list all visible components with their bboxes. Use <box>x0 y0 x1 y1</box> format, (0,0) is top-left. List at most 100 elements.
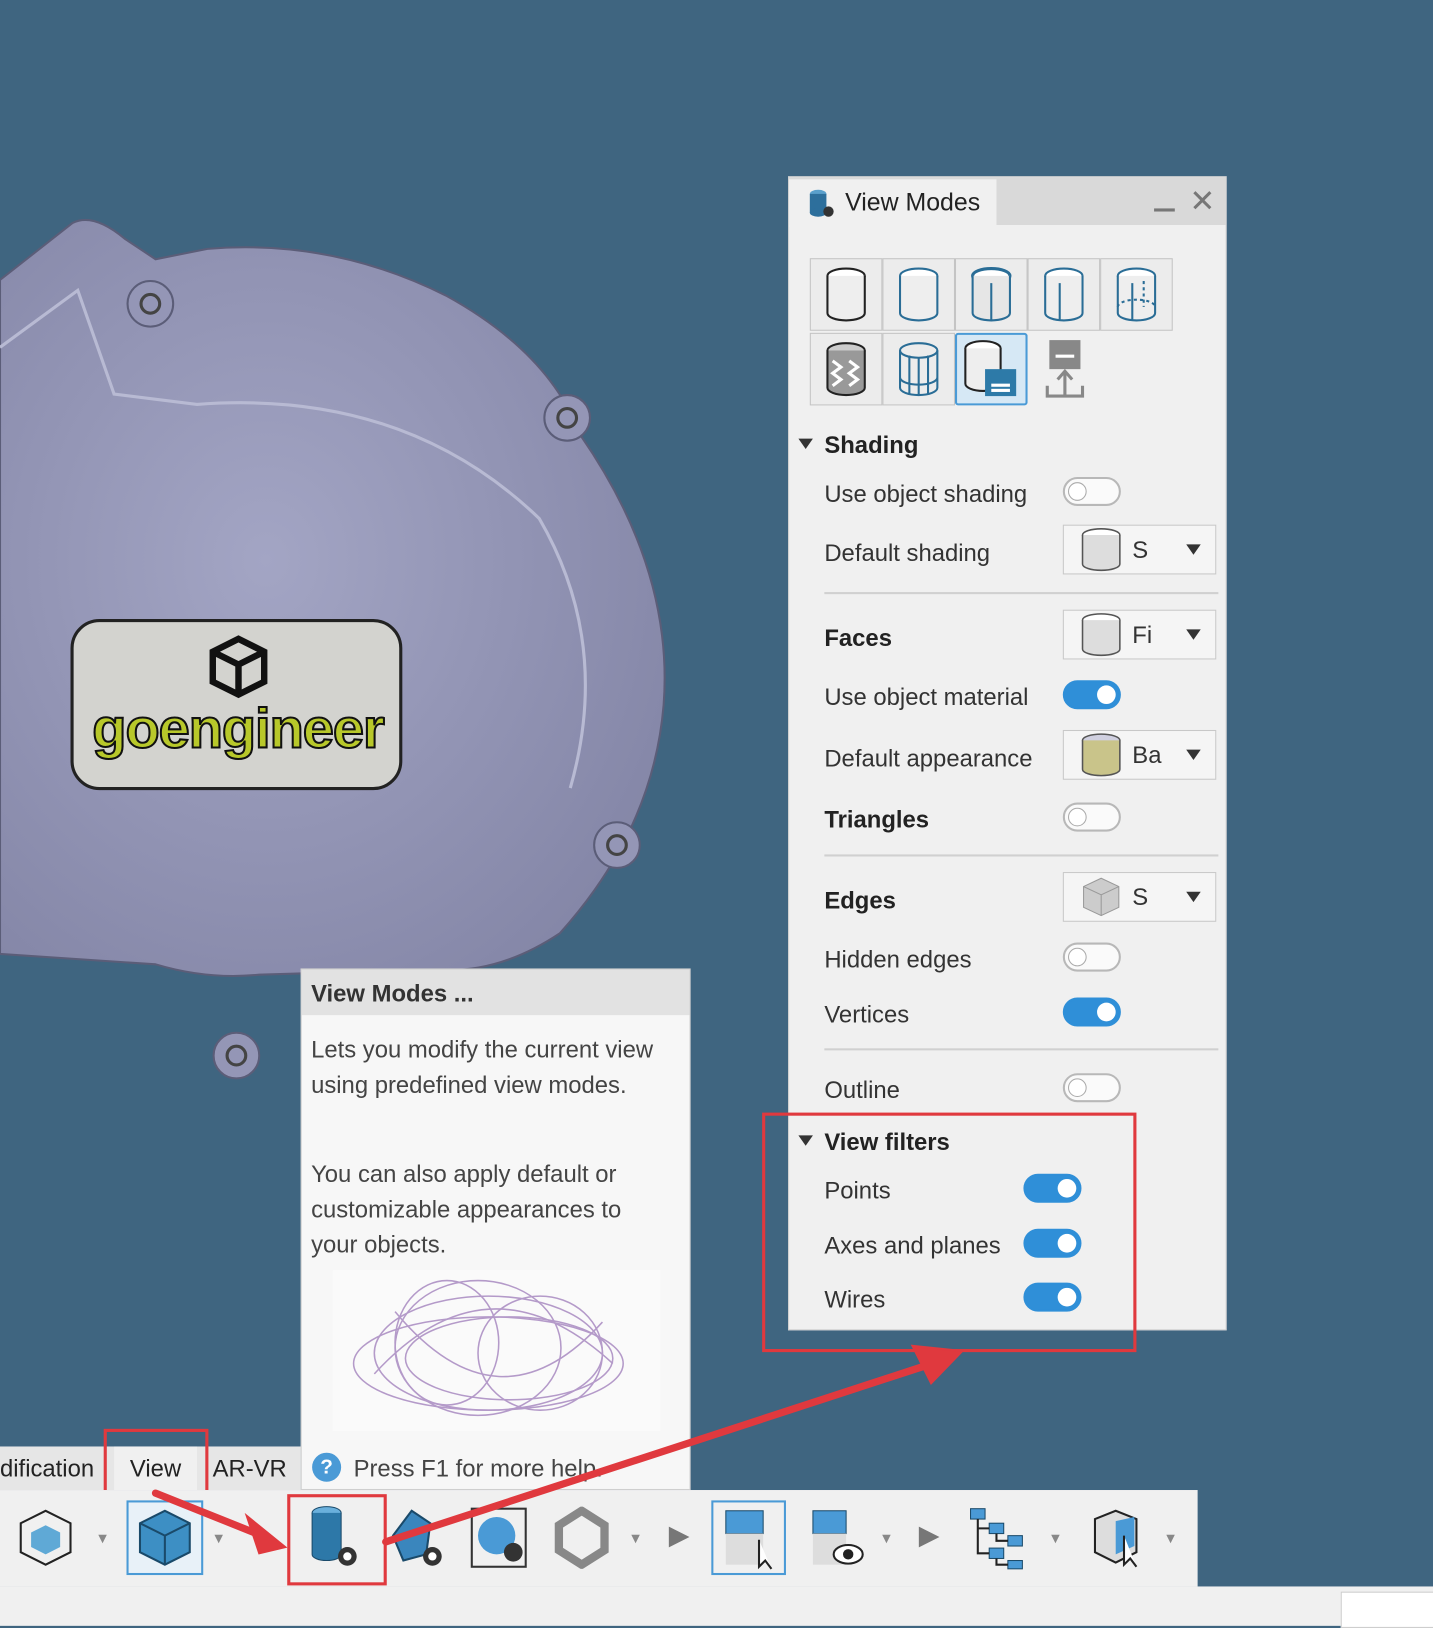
tooltip-description: Lets you modify the current view using p… <box>311 1035 654 1099</box>
wireframe-preview-image <box>332 1270 661 1431</box>
visibility-mode-button[interactable] <box>798 1500 873 1575</box>
cylinder-icon <box>826 267 866 322</box>
shaded-cube-icon <box>138 1509 191 1566</box>
outline-toggle[interactable] <box>1062 1073 1121 1103</box>
chevron-down-icon[interactable]: ▼ <box>879 1529 893 1546</box>
chevron-down-icon[interactable]: ▼ <box>1048 1529 1062 1546</box>
cylinder-wavy-icon <box>826 342 866 397</box>
divider <box>824 592 1219 595</box>
mode-icon-grid <box>809 258 1183 406</box>
help-icon: ? <box>312 1452 342 1482</box>
edges-label: Edges <box>824 886 896 914</box>
use-object-material-label: Use object material <box>824 683 1029 711</box>
tree-structure-button[interactable] <box>960 1500 1035 1575</box>
logo-cube-icon <box>209 635 268 699</box>
cylinder-icon <box>1081 613 1121 657</box>
panel-title-tab[interactable]: View Modes <box>789 179 997 228</box>
box-cursor-icon <box>725 1510 773 1570</box>
chevron-down-icon <box>1186 544 1201 555</box>
default-appearance-label: Default appearance <box>824 744 1033 772</box>
mode-shaded-edges-button[interactable] <box>882 258 955 331</box>
tooltip-title: View Modes ... <box>311 979 474 1007</box>
render-settings-button[interactable] <box>378 1500 453 1575</box>
polyhedron-gear-icon <box>391 1509 442 1566</box>
cylinder-appearance-icon <box>1081 733 1121 777</box>
chevron-down-icon <box>1186 629 1201 640</box>
cylinder-wireframe-icon <box>898 342 939 397</box>
mode-visible-edges-button[interactable] <box>1027 258 1101 331</box>
tooltip-description-2: You can also apply default or customizab… <box>311 1160 622 1258</box>
cylinder-edges-icon <box>971 267 1012 322</box>
default-appearance-dropdown[interactable]: Ba <box>1062 729 1217 780</box>
triangles-toggle[interactable] <box>1062 802 1121 832</box>
cube-icon <box>1083 877 1120 917</box>
view-modes-button-highlight-box <box>287 1494 387 1586</box>
default-shading-dropdown[interactable]: S <box>1062 524 1217 575</box>
logo-text: goengineer <box>91 697 386 761</box>
minimize-icon[interactable] <box>1154 208 1175 212</box>
chain-link-icon <box>554 1506 609 1569</box>
hidden-edges-label: Hidden edges <box>824 945 972 973</box>
use-object-shading-toggle[interactable] <box>1062 476 1121 507</box>
shaded-cube-button[interactable] <box>126 1500 204 1576</box>
shading-header[interactable]: Shading <box>824 431 918 459</box>
cube-select-button[interactable] <box>1078 1500 1153 1575</box>
faces-label: Faces <box>824 624 892 652</box>
isometric-view-button[interactable] <box>8 1500 83 1575</box>
use-object-shading-label: Use object shading <box>824 480 1028 508</box>
chevron-down-icon[interactable]: ▼ <box>212 1529 226 1546</box>
panel-title: View Modes <box>845 188 981 217</box>
tab-ar-vr[interactable]: AR-VR <box>213 1446 287 1490</box>
faces-dropdown[interactable]: Fi <box>1062 609 1217 660</box>
view-modes-icon <box>809 189 834 217</box>
import-floppy-icon <box>1045 340 1085 398</box>
rendering-options-button[interactable] <box>544 1500 619 1575</box>
tooltip-help-text: Press F1 for more help. <box>353 1454 603 1482</box>
outline-label: Outline <box>824 1076 900 1104</box>
logo-plate: goengineer <box>70 619 403 791</box>
default-appearance-value: Ba <box>1132 740 1162 768</box>
divider <box>824 854 1219 857</box>
mode-import-button[interactable] <box>1028 333 1101 406</box>
chevron-down-icon <box>1186 891 1201 903</box>
mode-save-button[interactable] <box>954 332 1028 406</box>
environment-settings-button[interactable] <box>461 1500 536 1575</box>
tree-icon <box>970 1508 1023 1570</box>
use-object-material-toggle[interactable] <box>1062 680 1121 710</box>
view-toolbar: ▼ ▼ ▼ ▶ ▼ ▶ ▼ ▼ <box>0 1490 1198 1587</box>
mode-hidden-edges-button[interactable] <box>1100 258 1173 331</box>
tab-modification[interactable]: dification <box>0 1446 94 1490</box>
shading-collapse-icon[interactable] <box>798 438 813 449</box>
default-shading-value: S <box>1132 535 1149 563</box>
mode-wavy-button[interactable] <box>809 332 883 406</box>
mode-shaded-button[interactable] <box>809 258 883 331</box>
chevron-down-icon[interactable]: ▼ <box>95 1529 109 1546</box>
triangles-label: Triangles <box>824 805 930 833</box>
selection-mode-button[interactable] <box>711 1500 786 1576</box>
cylinder-blue-icon <box>898 267 939 322</box>
default-shading-label: Default shading <box>824 539 991 567</box>
cylinder-hidden-edges-icon <box>1116 267 1157 322</box>
cylinder-save-icon <box>964 340 1017 397</box>
mode-shaded-with-edges-button[interactable] <box>954 258 1028 331</box>
mode-wireframe-button[interactable] <box>882 332 955 406</box>
view-filters-highlight-box <box>762 1112 1137 1353</box>
faces-value: Fi <box>1132 620 1153 648</box>
status-box <box>1340 1591 1433 1628</box>
expand-arrow-icon[interactable]: ▶ <box>669 1519 690 1551</box>
edges-value: S <box>1132 882 1149 910</box>
edges-dropdown[interactable]: S <box>1062 872 1217 922</box>
hidden-edges-toggle[interactable] <box>1062 942 1121 972</box>
close-icon[interactable]: ✕ <box>1189 184 1215 220</box>
status-area <box>0 1586 1433 1626</box>
chevron-down-icon[interactable]: ▼ <box>628 1529 642 1546</box>
cylinder-icon <box>1081 528 1121 572</box>
chevron-down-icon[interactable]: ▼ <box>1163 1529 1177 1546</box>
chevron-down-icon <box>1186 749 1201 761</box>
isometric-cube-icon <box>19 1509 72 1566</box>
expand-arrow-icon[interactable]: ▶ <box>919 1519 940 1551</box>
view-tab-highlight-box <box>103 1428 209 1496</box>
vertices-label: Vertices <box>824 1000 910 1028</box>
sphere-gear-icon <box>470 1507 527 1568</box>
vertices-toggle[interactable] <box>1062 997 1121 1027</box>
